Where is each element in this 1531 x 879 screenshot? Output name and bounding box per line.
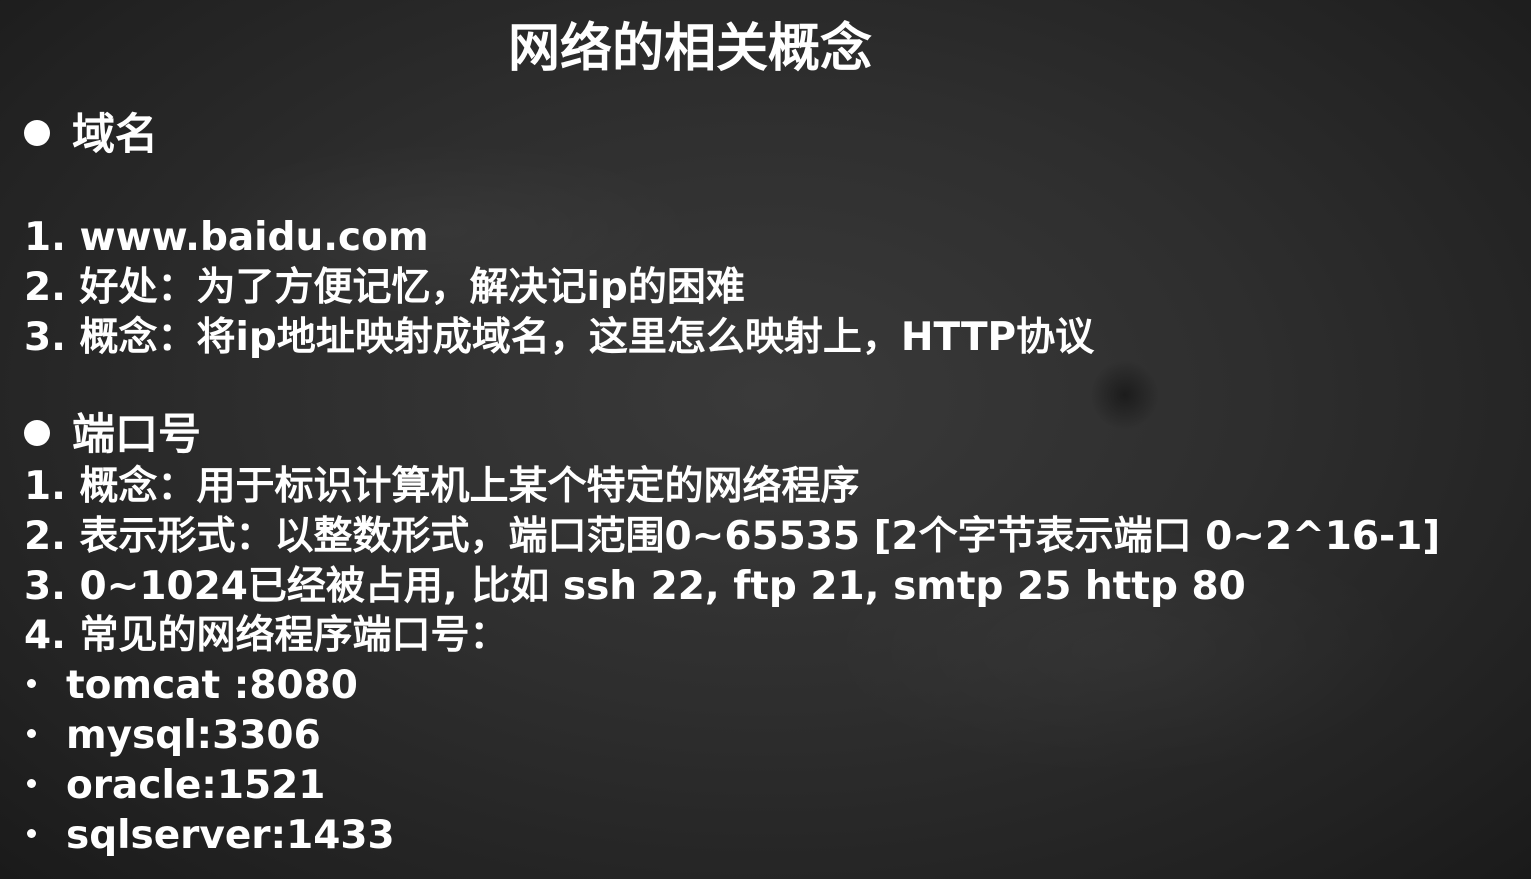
port-item: 2. 表示形式：以整数形式，端口范围0~65535 [2个字节表示端口 0~2^… [24, 514, 1441, 559]
common-port-item: oracle:1521 [24, 761, 325, 811]
domain-heading: 域名 [72, 110, 158, 160]
common-port-item: sqlserver:1433 [24, 811, 395, 861]
domain-heading-row: 域名 [24, 110, 158, 160]
common-port-item: tomcat :8080 [24, 661, 358, 711]
common-port-item: mysql:3306 [24, 711, 321, 761]
port-item: 1. 概念：用于标识计算机上某个特定的网络程序 [24, 464, 860, 509]
port-item: 3. 0~1024已经被占用, 比如 ssh 22, ftp 21, smtp … [24, 564, 1246, 609]
domain-item: 3. 概念：将ip地址映射成域名，这里怎么映射上，HTTP协议 [24, 315, 1095, 360]
small-bullet-icon [27, 779, 36, 788]
domain-item: 1. www.baidu.com [24, 215, 429, 260]
common-port-label: mysql:3306 [66, 713, 321, 758]
bullet-dot-icon [24, 119, 50, 146]
small-bullet-icon [27, 829, 36, 838]
small-bullet-icon [27, 729, 36, 738]
port-heading: 端口号 [72, 410, 201, 460]
domain-item: 2. 好处：为了方便记忆，解决记ip的困难 [24, 265, 745, 310]
common-port-label: tomcat :8080 [66, 663, 358, 708]
bullet-dot-icon [24, 419, 50, 446]
common-port-label: sqlserver:1433 [66, 813, 395, 858]
slide-title: 网络的相关概念 [508, 19, 873, 79]
common-port-label: oracle:1521 [66, 763, 326, 808]
small-bullet-icon [27, 679, 36, 688]
port-heading-row: 端口号 [24, 410, 201, 460]
chalk-smudge [1090, 360, 1160, 430]
slide: 网络的相关概念 域名 1. www.baidu.com 2. 好处：为了方便记忆… [0, 0, 1531, 879]
port-item: 4. 常见的网络程序端口号： [24, 613, 509, 658]
